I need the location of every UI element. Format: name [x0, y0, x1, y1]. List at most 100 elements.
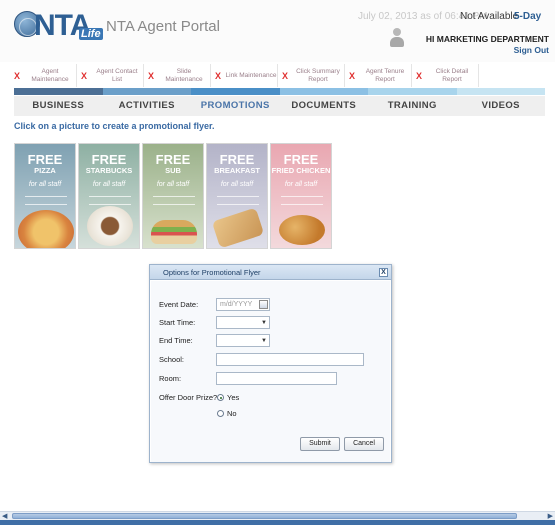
flyer-pizza[interactable]: FREE PIZZA for all staff — [14, 143, 76, 249]
quick-link-label[interactable]: Agent Maintenance — [24, 68, 76, 84]
flyer-staff-text: for all staff — [28, 181, 62, 188]
fried-chicken-image — [279, 215, 325, 245]
stripe — [456, 88, 545, 95]
tab-business[interactable]: BUSINESS — [14, 96, 103, 116]
sign-out-link[interactable]: Sign Out — [514, 45, 549, 55]
flyer-free-text: FREE — [91, 152, 127, 167]
nta-life-logo[interactable]: NTA Life — [14, 9, 103, 45]
dialog-title: Options for Promotional Flyer — [163, 268, 261, 277]
cancel-button[interactable]: Cancel — [344, 437, 384, 451]
flyer-free-text: FREE — [219, 152, 255, 167]
flyer-breakfast[interactable]: FREE BREAKFAST for all staff — [206, 143, 268, 249]
end-time-label: End Time: — [159, 336, 193, 345]
submit-button[interactable]: Submit — [300, 437, 340, 451]
remove-icon[interactable]: X — [412, 71, 426, 81]
flyer-staff-text: for all staff — [220, 181, 254, 188]
remove-icon[interactable]: X — [345, 71, 359, 81]
nav-color-stripes — [14, 88, 545, 95]
stripe — [102, 88, 191, 95]
flyer-staff-text: for all staff — [92, 181, 126, 188]
tab-documents[interactable]: DOCUMENTS — [280, 96, 369, 116]
chevron-down-icon: ▼ — [261, 320, 267, 326]
calendar-icon[interactable] — [259, 300, 268, 309]
flyer-fine-print — [89, 196, 131, 205]
quick-link-label[interactable]: Click Detail Report — [426, 68, 478, 84]
dialog-body: Event Date: m/d/YYYY Start Time: ▼ End T… — [151, 281, 390, 462]
horizontal-scrollbar[interactable]: ◀ ▶ — [0, 511, 555, 520]
door-prize-no-label[interactable]: No — [227, 409, 237, 418]
start-time-select[interactable]: ▼ — [216, 316, 270, 329]
remove-icon[interactable]: X — [211, 71, 225, 81]
room-input[interactable] — [216, 372, 337, 385]
sub-sandwich-image — [151, 220, 197, 244]
quick-link-label[interactable]: Slide Maintenance — [158, 68, 210, 84]
door-prize-yes-radio[interactable] — [217, 394, 224, 401]
user-avatar-icon — [389, 28, 405, 48]
flyer-fine-print — [281, 196, 323, 205]
flyer-fried-chicken[interactable]: FREE FRIED CHICKEN for all staff — [270, 143, 332, 249]
quick-link-label[interactable]: Click Summary Report — [292, 68, 344, 84]
room-label: Room: — [159, 374, 182, 383]
flyer-item-text: SUB — [165, 166, 181, 175]
flyer-fine-print — [153, 196, 195, 205]
flyer-free-text: FREE — [283, 152, 319, 167]
availability-status: Not Available — [460, 11, 519, 22]
stripe — [14, 88, 103, 95]
promotions-instruction: Click on a picture to create a promotion… — [14, 121, 215, 131]
quick-link-agent-contact-list[interactable]: X Agent Contact List — [77, 64, 144, 87]
stripe — [191, 88, 280, 95]
quick-link-link-maintenance[interactable]: X Link Maintenance — [211, 64, 278, 87]
tab-promotions[interactable]: PROMOTIONS — [191, 96, 280, 116]
portal-title: NTA Agent Portal — [106, 18, 220, 35]
tab-training[interactable]: TRAINING — [368, 96, 457, 116]
tab-activities[interactable]: ACTIVITIES — [103, 96, 192, 116]
remove-icon[interactable]: X — [144, 71, 158, 81]
page-header: NTA Life NTA Agent Portal July 02, 2013 … — [0, 0, 555, 62]
promotional-flyer-dialog: Options for Promotional Flyer X Event Da… — [149, 264, 392, 463]
quick-link-label[interactable]: Link Maintenance — [225, 72, 277, 80]
coffee-cup-image — [87, 206, 133, 246]
school-input[interactable] — [216, 353, 364, 366]
quick-link-agent-maintenance[interactable]: X Agent Maintenance — [10, 64, 77, 87]
stripe — [368, 88, 457, 95]
flyer-sub[interactable]: FREE SUB for all staff — [142, 143, 204, 249]
flyer-item-text: STARBUCKS — [85, 166, 133, 175]
scroll-right-icon[interactable]: ▶ — [548, 512, 553, 520]
door-prize-yes-label[interactable]: Yes — [227, 393, 239, 402]
event-date-label: Event Date: — [159, 300, 199, 309]
door-prize-no-radio[interactable] — [217, 410, 224, 417]
flyer-starbucks[interactable]: FREE STARBUCKS for all staff — [78, 143, 140, 249]
event-date-input[interactable]: m/d/YYYY — [216, 298, 270, 311]
chevron-down-icon: ▼ — [261, 338, 267, 344]
close-icon[interactable]: X — [379, 268, 388, 277]
flyer-fine-print — [217, 196, 259, 205]
dialog-header[interactable]: Options for Promotional Flyer X — [150, 265, 391, 280]
flyer-item-text: PIZZA — [34, 166, 56, 175]
end-time-select[interactable]: ▼ — [216, 334, 270, 347]
flyer-free-text: FREE — [27, 152, 63, 167]
flyer-item-text: FRIED CHICKEN — [271, 166, 331, 175]
remove-icon[interactable]: X — [77, 71, 91, 81]
quick-link-label[interactable]: Agent Tenure Report — [359, 68, 411, 84]
scrollbar-thumb[interactable] — [12, 513, 517, 519]
department-name: HI MARKETING DEPARTMENT — [425, 34, 549, 44]
quick-link-click-summary-report[interactable]: X Click Summary Report — [278, 64, 345, 87]
tab-videos[interactable]: VIDEOS — [457, 96, 546, 116]
remove-icon[interactable]: X — [10, 71, 24, 81]
flyer-free-text: FREE — [155, 152, 191, 167]
quick-link-agent-tenure-report[interactable]: X Agent Tenure Report — [345, 64, 412, 87]
remove-icon[interactable]: X — [278, 71, 292, 81]
day-range-link[interactable]: 5-Day — [514, 11, 541, 22]
start-time-label: Start Time: — [159, 318, 196, 327]
quick-link-slide-maintenance[interactable]: X Slide Maintenance — [144, 64, 211, 87]
breakfast-image — [211, 207, 265, 248]
status-bar — [0, 520, 555, 525]
scroll-left-icon[interactable]: ◀ — [2, 512, 7, 520]
quick-link-click-detail-report[interactable]: X Click Detail Report — [412, 64, 479, 87]
admin-quick-links: X Agent Maintenance X Agent Contact List X… — [10, 64, 480, 87]
flyer-item-text: BREAKFAST — [214, 166, 260, 175]
flyer-gallery: FREE PIZZA for all staff FREE STARBUCKS … — [14, 143, 332, 249]
event-date-placeholder: m/d/YYYY — [220, 301, 253, 308]
stripe — [279, 88, 368, 95]
quick-link-label[interactable]: Agent Contact List — [91, 68, 143, 84]
